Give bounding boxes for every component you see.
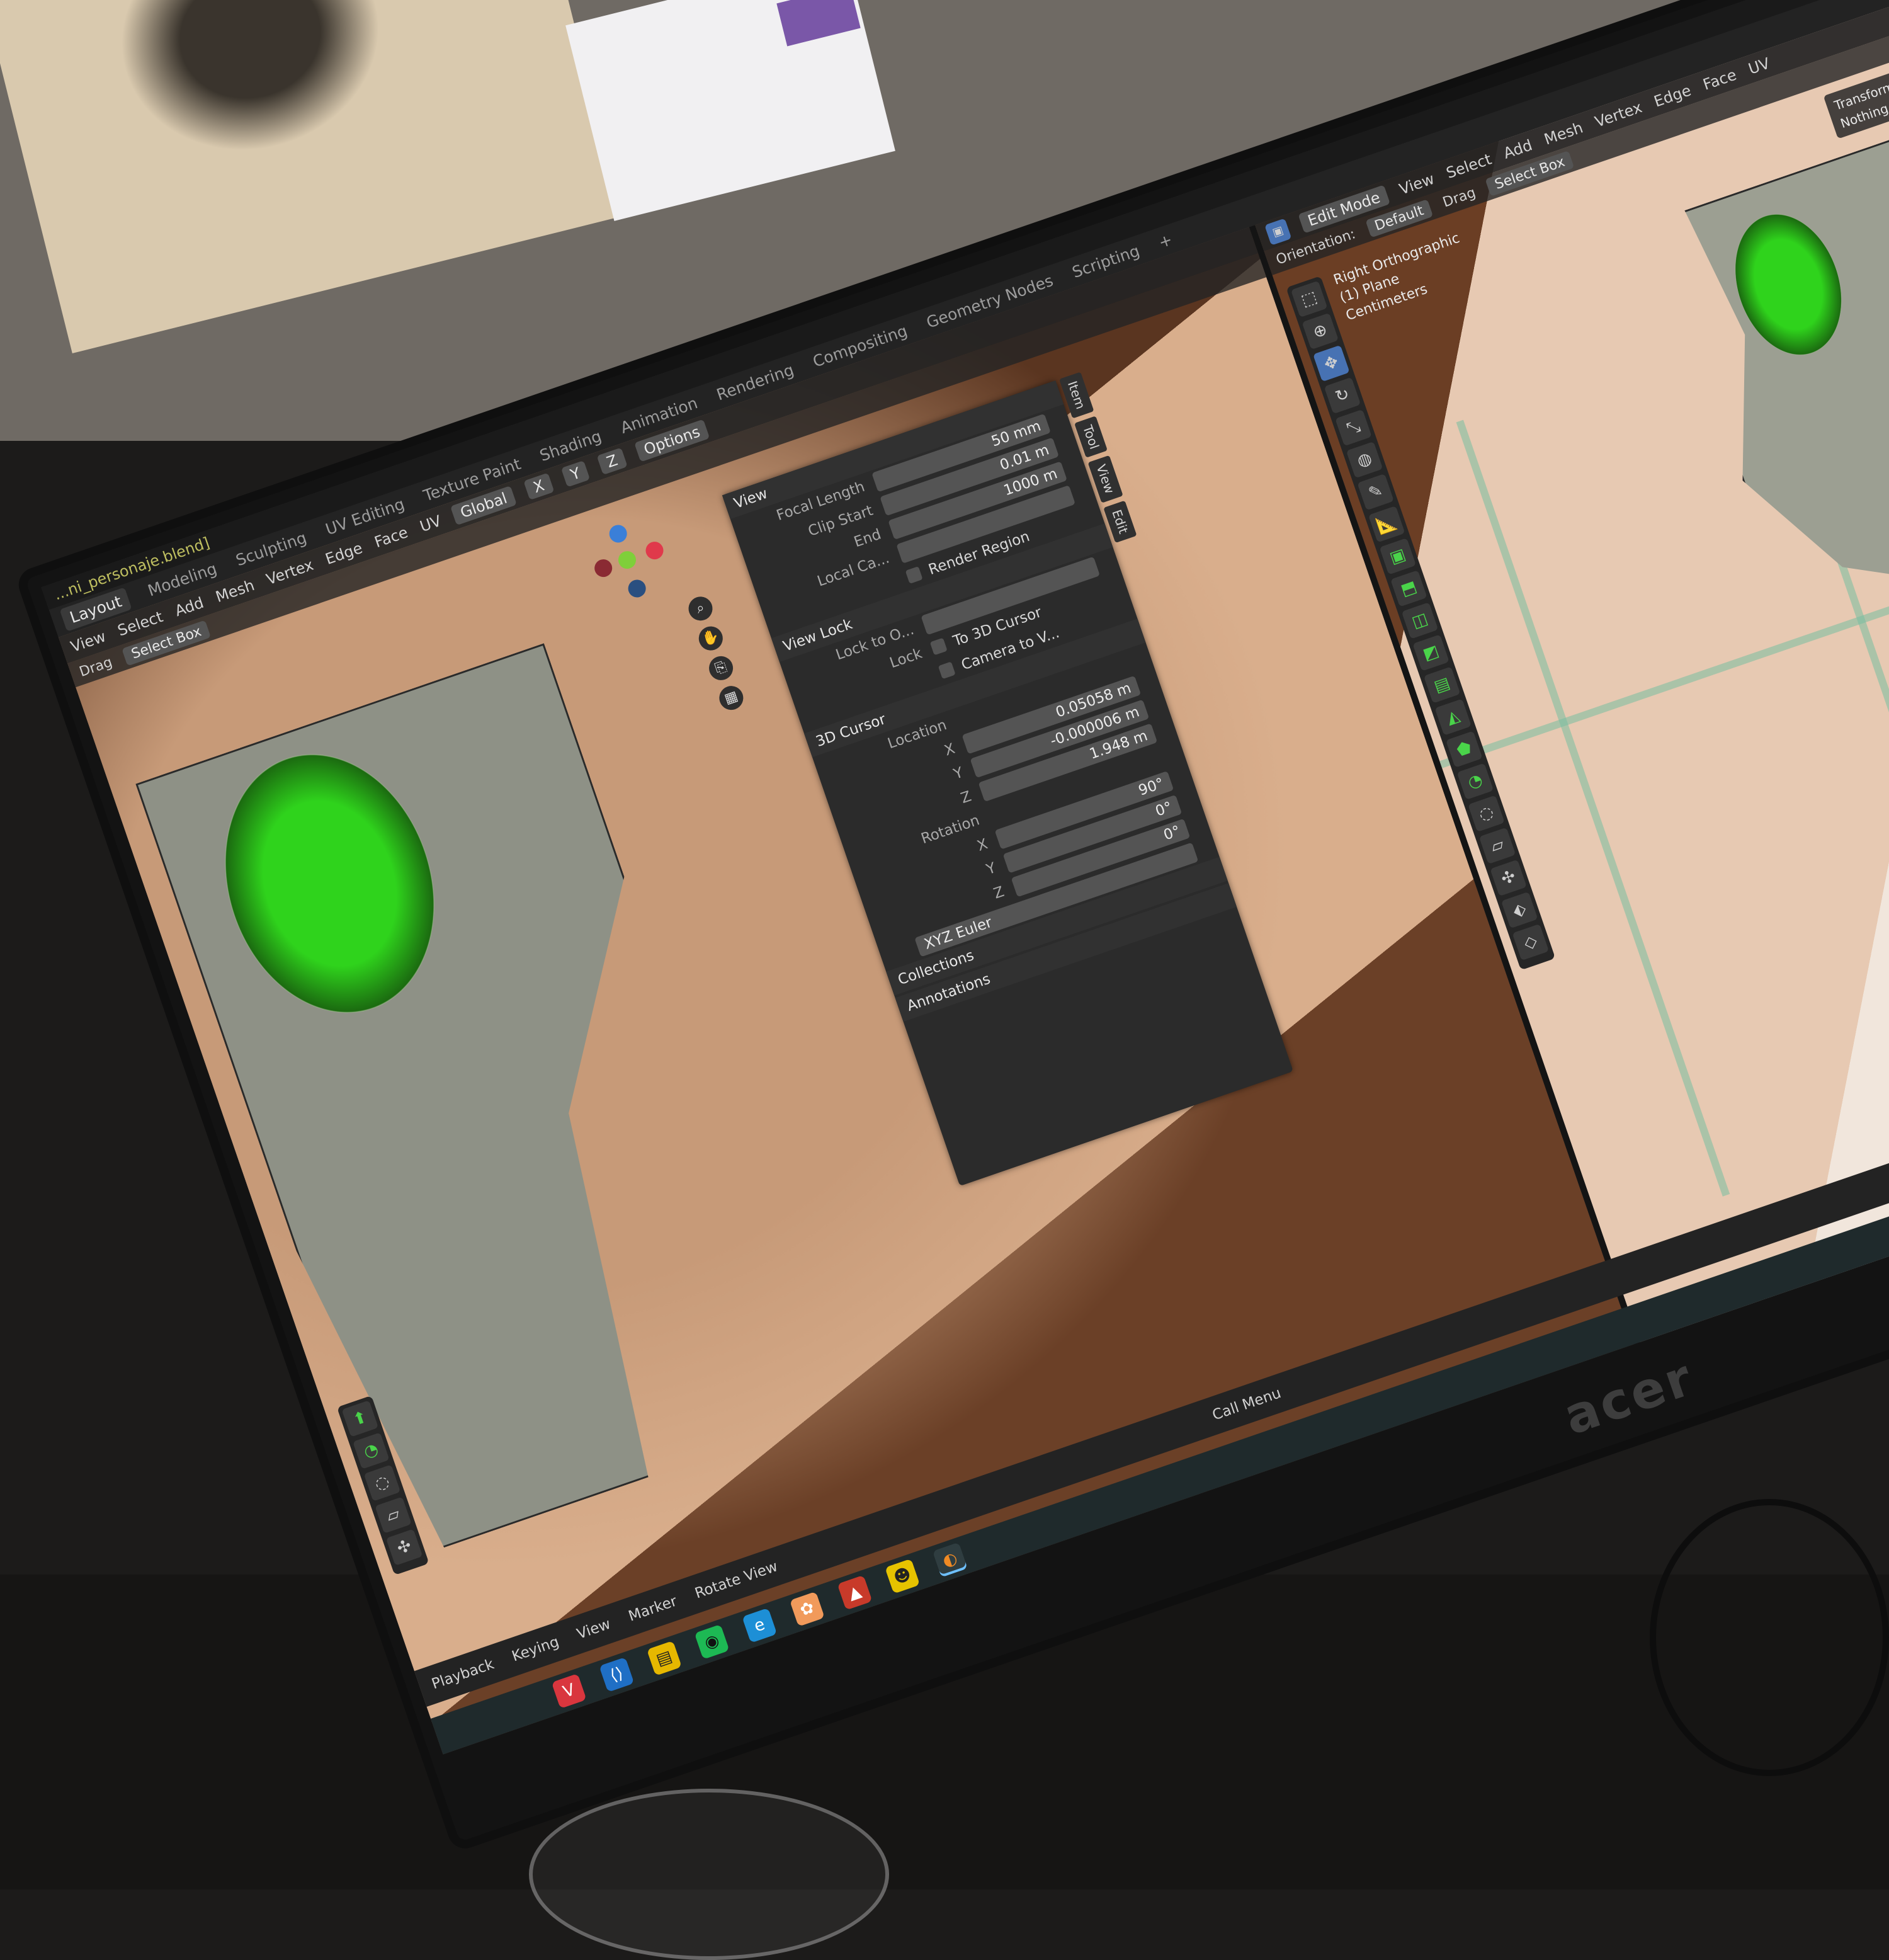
shrink-fatten-icon[interactable]: ✣ <box>1490 859 1527 897</box>
measure-tool-icon[interactable]: 📐 <box>1368 506 1405 543</box>
transform-tool-icon[interactable]: ◍ <box>1346 441 1383 479</box>
loop-cut-icon[interactable]: ▤ <box>1423 666 1461 704</box>
settings-icon[interactable]: ✿ <box>789 1591 825 1627</box>
gizmo-neg-z-axis[interactable] <box>625 577 649 600</box>
add-workspace-button[interactable]: + <box>1156 230 1174 251</box>
plastic-cup <box>529 1789 889 1960</box>
bevel-tool-icon[interactable]: ◩ <box>1412 634 1449 671</box>
marker-menu[interactable]: Marker <box>627 1593 679 1624</box>
shear-tool-icon-right[interactable]: ⬖ <box>1500 891 1538 929</box>
axis-y-toggle[interactable]: Y <box>560 460 591 487</box>
menu-uv-right[interactable]: UV <box>1746 54 1772 78</box>
edge-icon[interactable]: e <box>742 1607 778 1643</box>
timeline-view-menu[interactable]: View <box>575 1616 613 1643</box>
usb-cable <box>1650 1499 1889 1776</box>
render-region-checkbox[interactable] <box>905 566 923 584</box>
vscode-icon[interactable]: ⟨⟩ <box>599 1656 635 1692</box>
shear-tool-icon[interactable]: ▱ <box>375 1496 412 1534</box>
scale-tool-icon[interactable]: ⤡ <box>1335 409 1372 447</box>
axis-x-toggle[interactable]: X <box>523 472 554 501</box>
edge-slide-icon[interactable]: ▱ <box>1478 827 1516 865</box>
blender-icon[interactable]: ◐ <box>932 1542 968 1578</box>
annotate-tool-icon[interactable]: ✎ <box>1357 473 1394 511</box>
smooth-tool-icon[interactable]: ◌ <box>363 1464 401 1501</box>
knife-tool-icon[interactable]: ◭ <box>1434 698 1472 736</box>
select-tool-icon[interactable]: ⬚ <box>1290 280 1328 318</box>
mode-icon[interactable]: ▣ <box>1264 218 1292 246</box>
rip-tool-icon[interactable]: ✣ <box>385 1529 423 1566</box>
vivaldi-icon[interactable]: V <box>551 1673 587 1709</box>
move-tool-icon[interactable]: ✥ <box>1313 345 1350 382</box>
extrude-tool-icon[interactable]: ⬆ <box>341 1400 379 1437</box>
extrude-region-icon[interactable]: ⬒ <box>1390 570 1427 607</box>
spin-tool-icon[interactable]: ◔ <box>353 1432 390 1469</box>
gizmo-x-axis[interactable] <box>643 539 666 562</box>
poly-build-icon[interactable]: ⬟ <box>1446 731 1483 768</box>
inset-faces-icon[interactable]: ◫ <box>1401 602 1439 639</box>
spin-tool-icon-right[interactable]: ◔ <box>1456 763 1494 800</box>
menu-uv[interactable]: UV <box>417 512 443 536</box>
spotify-icon[interactable]: ◉ <box>694 1624 730 1660</box>
discord-icon[interactable]: ☻ <box>885 1558 921 1594</box>
smooth-tool-icon-right[interactable]: ◌ <box>1468 795 1505 833</box>
rotate-tool-icon[interactable]: ↻ <box>1324 377 1361 414</box>
add-cube-tool-icon[interactable]: ▣ <box>1379 538 1417 575</box>
to-3d-cursor-checkbox[interactable] <box>929 637 948 656</box>
keying-menu[interactable]: Keying <box>510 1634 562 1665</box>
menu-add-right[interactable]: Add <box>1501 136 1534 162</box>
axis-z-toggle[interactable]: Z <box>596 447 628 476</box>
camera-to-view-checkbox[interactable] <box>938 661 956 680</box>
rip-region-icon[interactable]: ◇ <box>1512 923 1550 961</box>
gizmo-y-axis[interactable] <box>616 549 638 571</box>
cursor-tool-icon[interactable]: ⊕ <box>1302 312 1339 350</box>
files-icon[interactable]: ▤ <box>646 1640 682 1676</box>
menu-add[interactable]: Add <box>173 594 206 620</box>
engraved-artwork <box>89 0 447 210</box>
affinity-icon[interactable]: ▲ <box>837 1575 873 1610</box>
